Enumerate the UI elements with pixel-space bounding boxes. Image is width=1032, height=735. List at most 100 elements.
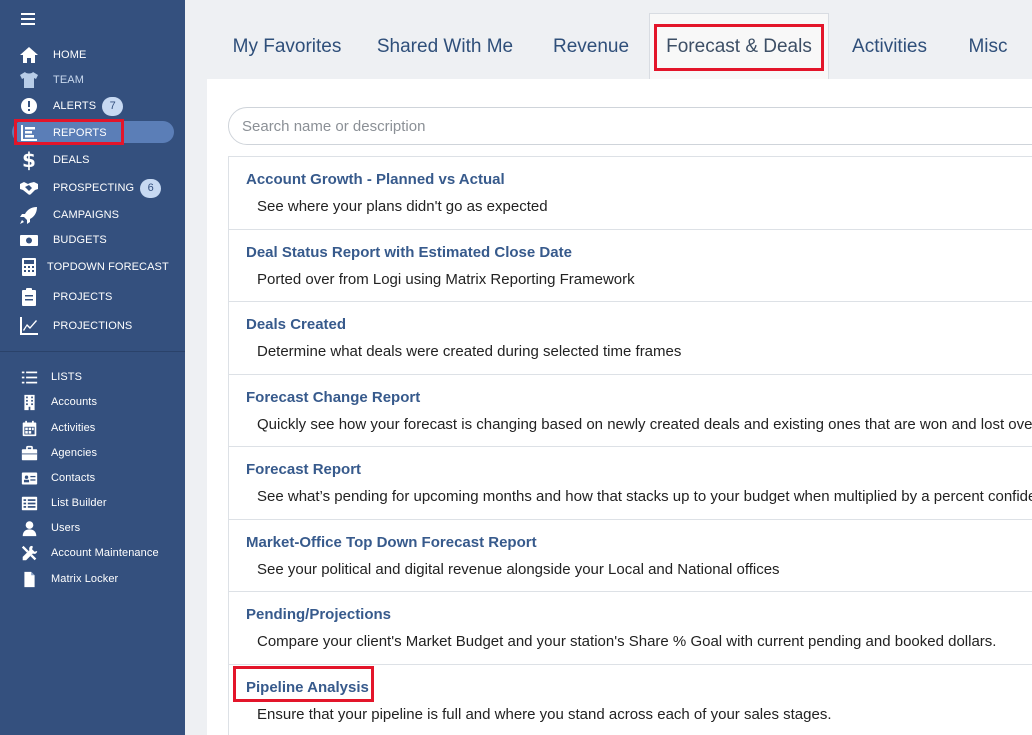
nav-label: PROSPECTING [53, 182, 135, 194]
nav-contacts[interactable]: Contacts [0, 466, 185, 490]
nav-label: ALERTS [53, 100, 97, 112]
alerts-count-badge: 7 [102, 96, 124, 116]
calendar-icon [18, 418, 40, 438]
report-title[interactable]: Deals Created [246, 316, 346, 333]
report-description: Determine what deals were created during… [257, 343, 682, 360]
nav-users[interactable]: Users [0, 516, 185, 540]
nav-label: LISTS [51, 371, 83, 383]
report-row[interactable]: Pending/Projections Compare your client'… [229, 592, 1032, 665]
report-row[interactable]: Forecast Report See what’s pending for u… [229, 447, 1032, 520]
handshake-icon [18, 178, 40, 198]
list-builder-icon [18, 493, 40, 513]
nav-prospecting[interactable]: PROSPECTING 6 [0, 176, 185, 200]
nav-topdown-forecast[interactable]: TOPDOWN FORECAST [0, 255, 185, 279]
file-icon [18, 569, 40, 589]
alert-icon [18, 96, 40, 116]
report-description: Ported over from Logi using Matrix Repor… [257, 270, 635, 288]
report-description: See what’s pending for upcoming months a… [257, 488, 1032, 505]
nav-label: Contacts [51, 472, 96, 484]
nav-label: TOPDOWN FORECAST [47, 261, 169, 273]
report-title[interactable]: Forecast Change Report [246, 389, 420, 406]
nav-label: HOME [53, 49, 87, 61]
nav-label: Accounts [51, 396, 98, 408]
nav-agencies[interactable]: Agencies [0, 441, 185, 465]
hamburger-menu-icon[interactable] [21, 13, 35, 25]
dollar-icon: $ [21, 148, 37, 172]
nav-reports[interactable]: REPORTS [0, 121, 185, 145]
report-row[interactable]: Deal Status Report with Estimated Close … [229, 230, 1032, 302]
report-title[interactable]: Forecast Report [246, 461, 361, 478]
nav-label: Agencies [51, 447, 98, 459]
report-row[interactable]: Account Growth - Planned vs Actual See w… [229, 157, 1032, 230]
nav-label: Account Maintenance [51, 547, 159, 559]
report-title[interactable]: Pipeline Analysis [246, 679, 369, 696]
nav-label: List Builder [51, 497, 107, 509]
list-icon [18, 367, 40, 387]
tab-forecast-deals[interactable]: Forecast & Deals [649, 13, 829, 80]
nav-home[interactable]: HOME [0, 43, 185, 67]
report-icon [18, 123, 40, 143]
tab-shared-with-me[interactable]: Shared With Me [367, 13, 523, 80]
report-row[interactable]: Market-Office Top Down Forecast Report S… [229, 520, 1032, 592]
nav-deals[interactable]: $ DEALS [0, 148, 185, 172]
report-description: Ensure that your pipeline is full and wh… [257, 705, 832, 723]
sidebar-divider [0, 351, 185, 352]
briefcase-icon [18, 443, 40, 463]
report-description: See where your plans didn't go as expect… [257, 198, 548, 215]
report-list: Account Growth - Planned vs Actual See w… [228, 156, 1032, 735]
report-row[interactable]: Deals Created Determine what deals were … [229, 302, 1032, 375]
building-icon [18, 392, 40, 412]
search-box [228, 107, 1032, 145]
reports-panel: Account Growth - Planned vs Actual See w… [207, 79, 1032, 735]
tools-icon [18, 543, 40, 563]
nav-projects[interactable]: PROJECTS [0, 285, 185, 309]
nav-account-maintenance[interactable]: Account Maintenance [0, 541, 185, 565]
nav-accounts[interactable]: Accounts [0, 390, 185, 414]
nav-team[interactable]: TEAM [0, 68, 185, 92]
nav-list-builder[interactable]: List Builder [0, 491, 185, 515]
money-icon [18, 230, 40, 250]
report-title[interactable]: Market-Office Top Down Forecast Report [246, 534, 537, 551]
nav-budgets[interactable]: BUDGETS [0, 228, 185, 252]
report-description: See your political and digital revenue a… [257, 560, 780, 578]
nav-label: PROJECTS [53, 291, 113, 303]
tab-activities[interactable]: Activities [837, 13, 942, 80]
report-title[interactable]: Deal Status Report with Estimated Close … [246, 244, 572, 261]
nav-label: CAMPAIGNS [53, 209, 120, 221]
nav-label: Users [51, 522, 81, 534]
rocket-icon [18, 205, 40, 225]
report-row[interactable]: Forecast Change Report Quickly see how y… [229, 375, 1032, 447]
contact-card-icon [18, 468, 40, 488]
search-input[interactable] [229, 108, 1032, 144]
report-tabs: My Favorites Shared With Me Revenue Fore… [207, 0, 1032, 80]
nav-activities[interactable]: Activities [0, 416, 185, 440]
nav-projections[interactable]: PROJECTIONS [0, 314, 185, 338]
tab-misc[interactable]: Misc [959, 13, 1017, 80]
nav-label: REPORTS [53, 127, 107, 139]
nav-label: Activities [51, 422, 96, 434]
line-chart-icon [18, 316, 40, 336]
prospecting-count-badge: 6 [140, 178, 162, 198]
nav-label: DEALS [53, 154, 90, 166]
nav-campaigns[interactable]: CAMPAIGNS [0, 203, 185, 227]
nav-label: PROJECTIONS [53, 320, 133, 332]
clipboard-icon [18, 287, 40, 307]
report-title[interactable]: Pending/Projections [246, 606, 391, 623]
tab-revenue[interactable]: Revenue [545, 13, 637, 80]
report-description: Compare your client's Market Budget and … [257, 633, 997, 650]
nav-lists[interactable]: LISTS [0, 365, 185, 389]
nav-matrix-locker[interactable]: Matrix Locker [0, 567, 185, 591]
nav-alerts[interactable]: ALERTS 7 [0, 94, 185, 118]
sidebar: HOME TEAM ALERTS 7 REPORTS $ DEALS PROSP… [0, 0, 185, 735]
shirt-icon [18, 70, 40, 90]
report-row[interactable]: Pipeline Analysis Ensure that your pipel… [229, 665, 1032, 735]
user-icon [18, 518, 40, 538]
report-description: Quickly see how your forecast is changin… [257, 415, 1032, 433]
nav-label: BUDGETS [53, 234, 107, 246]
calculator-icon [18, 257, 40, 277]
nav-label: Matrix Locker [51, 573, 119, 585]
report-title[interactable]: Account Growth - Planned vs Actual [246, 171, 505, 188]
home-icon [18, 45, 40, 65]
nav-label: TEAM [53, 74, 84, 86]
tab-my-favorites[interactable]: My Favorites [217, 13, 357, 80]
